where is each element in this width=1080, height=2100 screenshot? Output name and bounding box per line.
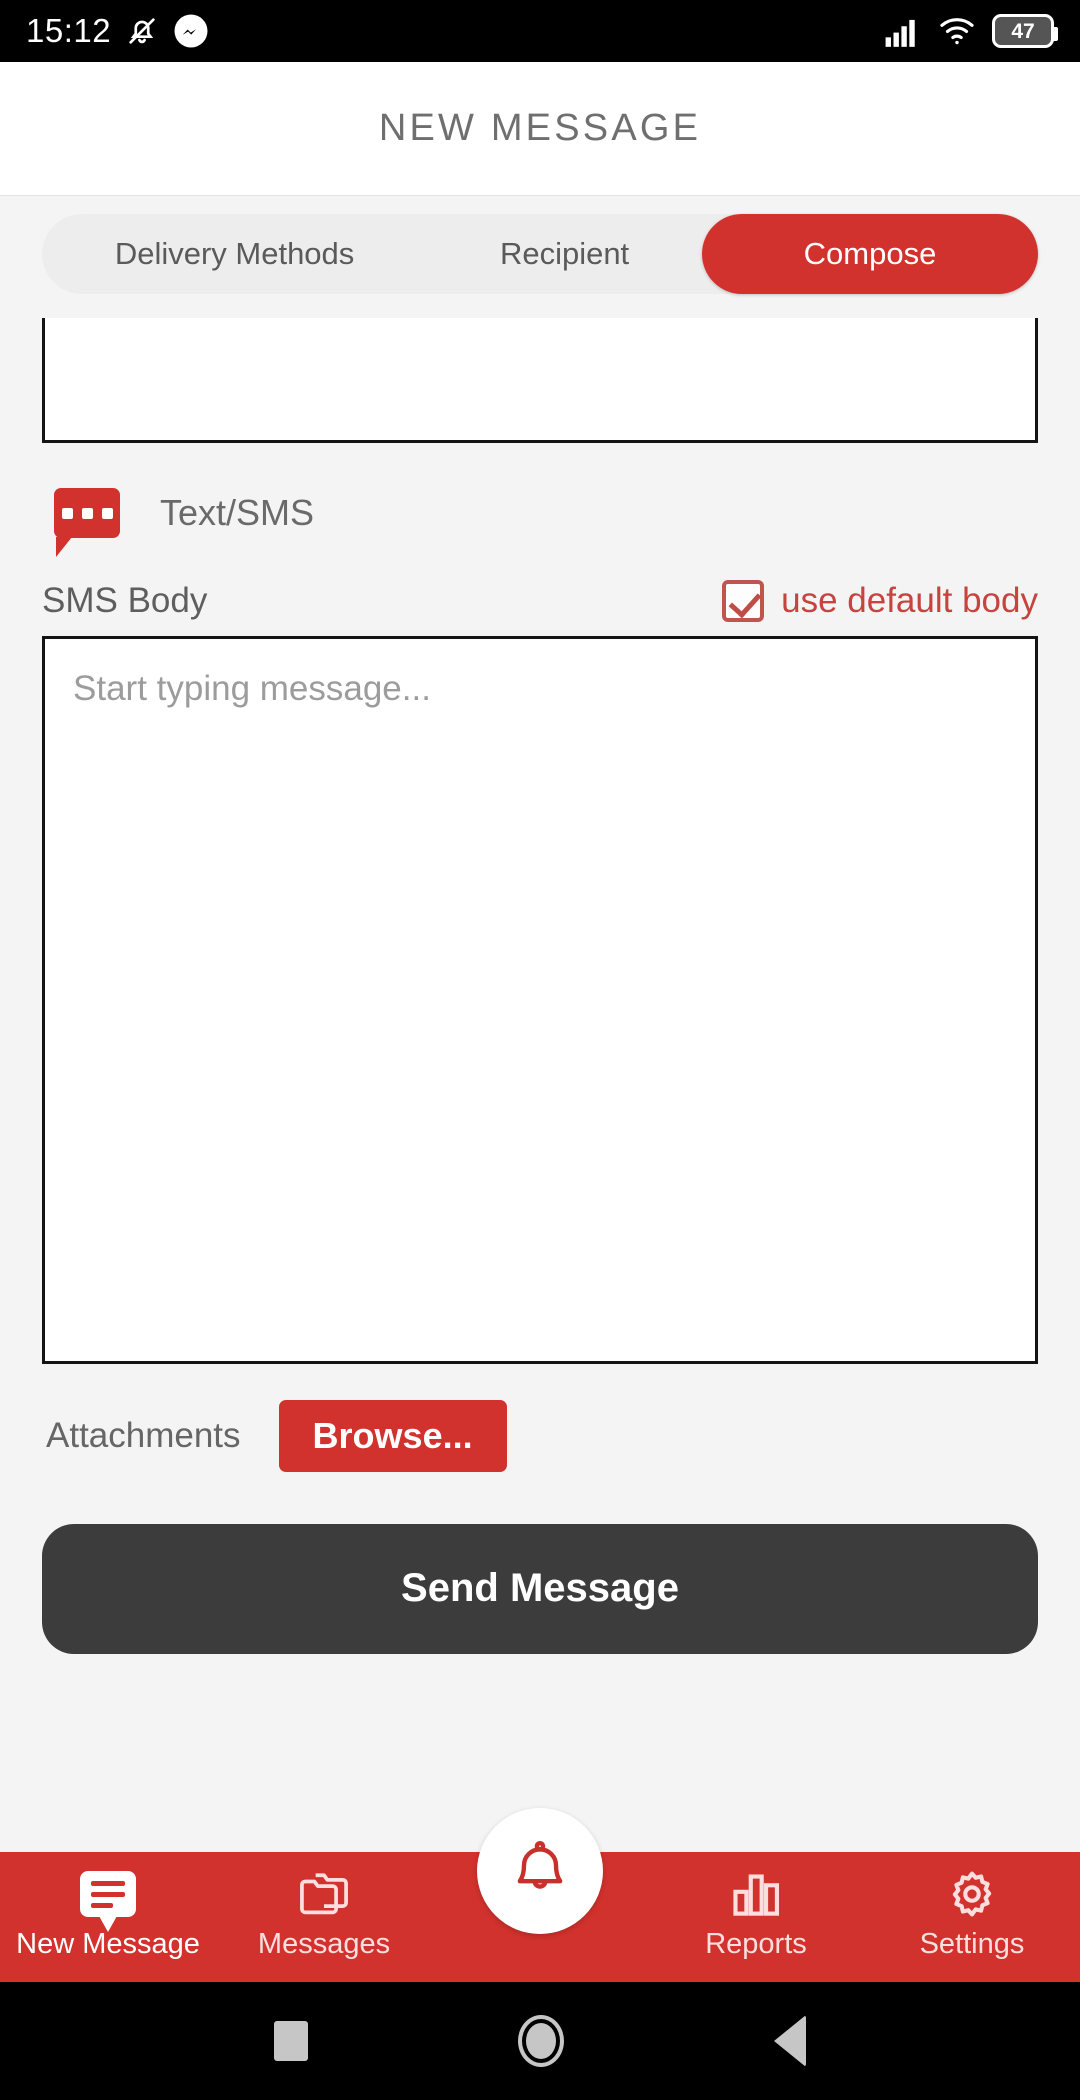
- send-message-button[interactable]: Send Message: [42, 1523, 1038, 1654]
- browse-button[interactable]: Browse...: [278, 1400, 507, 1472]
- chat-icon: [80, 1866, 136, 1932]
- nav-item-new-message[interactable]: New Message: [0, 1866, 216, 1959]
- use-default-body-checkbox[interactable]: [722, 580, 765, 622]
- attachments-label: Attachments: [46, 1415, 241, 1455]
- square-icon[interactable]: [274, 2021, 308, 2061]
- wifi-icon: [938, 15, 976, 47]
- nav-item-messages[interactable]: Messages: [216, 1866, 432, 1959]
- folders-icon: [296, 1866, 352, 1922]
- alerts-fab-button[interactable]: [477, 1808, 603, 1934]
- channel-label: Text/SMS: [160, 492, 315, 533]
- bar-chart-icon: [729, 1866, 783, 1922]
- nav-label-reports: Reports: [705, 1928, 807, 1960]
- circle-icon[interactable]: [518, 2015, 564, 2067]
- bell-muted-icon: [125, 14, 159, 48]
- status-bar-right: 47: [884, 14, 1058, 48]
- battery-level: 47: [1011, 19, 1035, 43]
- nav-label-messages: Messages: [257, 1928, 391, 1960]
- sms-body-label-row: SMS Body use default body: [42, 580, 1038, 622]
- tab-compose-label: Compose: [803, 236, 937, 271]
- nav-item-reports[interactable]: Reports: [648, 1866, 864, 1959]
- nav-item-settings[interactable]: Settings: [864, 1866, 1080, 1959]
- use-default-body-label: use default body: [781, 581, 1038, 620]
- messenger-icon: [173, 13, 209, 49]
- tab-compose[interactable]: Compose: [702, 214, 1039, 294]
- use-default-body-toggle[interactable]: use default body: [722, 580, 1038, 622]
- bottom-navigation: New Message Messages Reports Settings: [0, 1808, 1080, 1982]
- triangle-back-icon[interactable]: [774, 2015, 806, 2067]
- sms-body-label: SMS Body: [42, 581, 208, 620]
- channel-row: Text/SMS: [42, 488, 1038, 557]
- status-bar: 15:12 47: [0, 0, 1080, 62]
- tab-recipient[interactable]: Recipient: [427, 214, 702, 294]
- status-bar-left: 15:12: [26, 12, 209, 50]
- tab-delivery-methods-label: Delivery Methods: [114, 236, 355, 271]
- battery-indicator: 47: [992, 14, 1058, 48]
- previous-body-textarea[interactable]: [42, 318, 1038, 443]
- tab-recipient-label: Recipient: [499, 236, 630, 271]
- nav-label-new-message: New Message: [16, 1928, 200, 1960]
- nav-label-settings: Settings: [919, 1928, 1025, 1960]
- compose-content: Delivery Methods Recipient Compose Text/…: [0, 196, 1080, 1852]
- sms-body-placeholder: Start typing message...: [73, 669, 431, 708]
- bell-icon: [509, 1838, 571, 1905]
- app-header: NEW MESSAGE: [0, 62, 1080, 196]
- signal-bars-icon: [884, 15, 922, 47]
- app-screen: 15:12 47 NEW MESSAGE Delivery Methods Re…: [0, 0, 1080, 2100]
- tab-delivery-methods[interactable]: Delivery Methods: [42, 214, 427, 294]
- system-navigation-bar: [0, 1982, 1080, 2100]
- status-time: 15:12: [26, 12, 112, 49]
- step-tabs: Delivery Methods Recipient Compose: [42, 214, 1039, 294]
- gear-icon: [945, 1866, 999, 1922]
- sms-body-input[interactable]: Start typing message...: [42, 636, 1038, 1364]
- sms-bubble-icon: [54, 488, 120, 557]
- page-title: NEW MESSAGE: [378, 107, 702, 149]
- attachments-row: Attachments Browse...: [42, 1400, 1038, 1472]
